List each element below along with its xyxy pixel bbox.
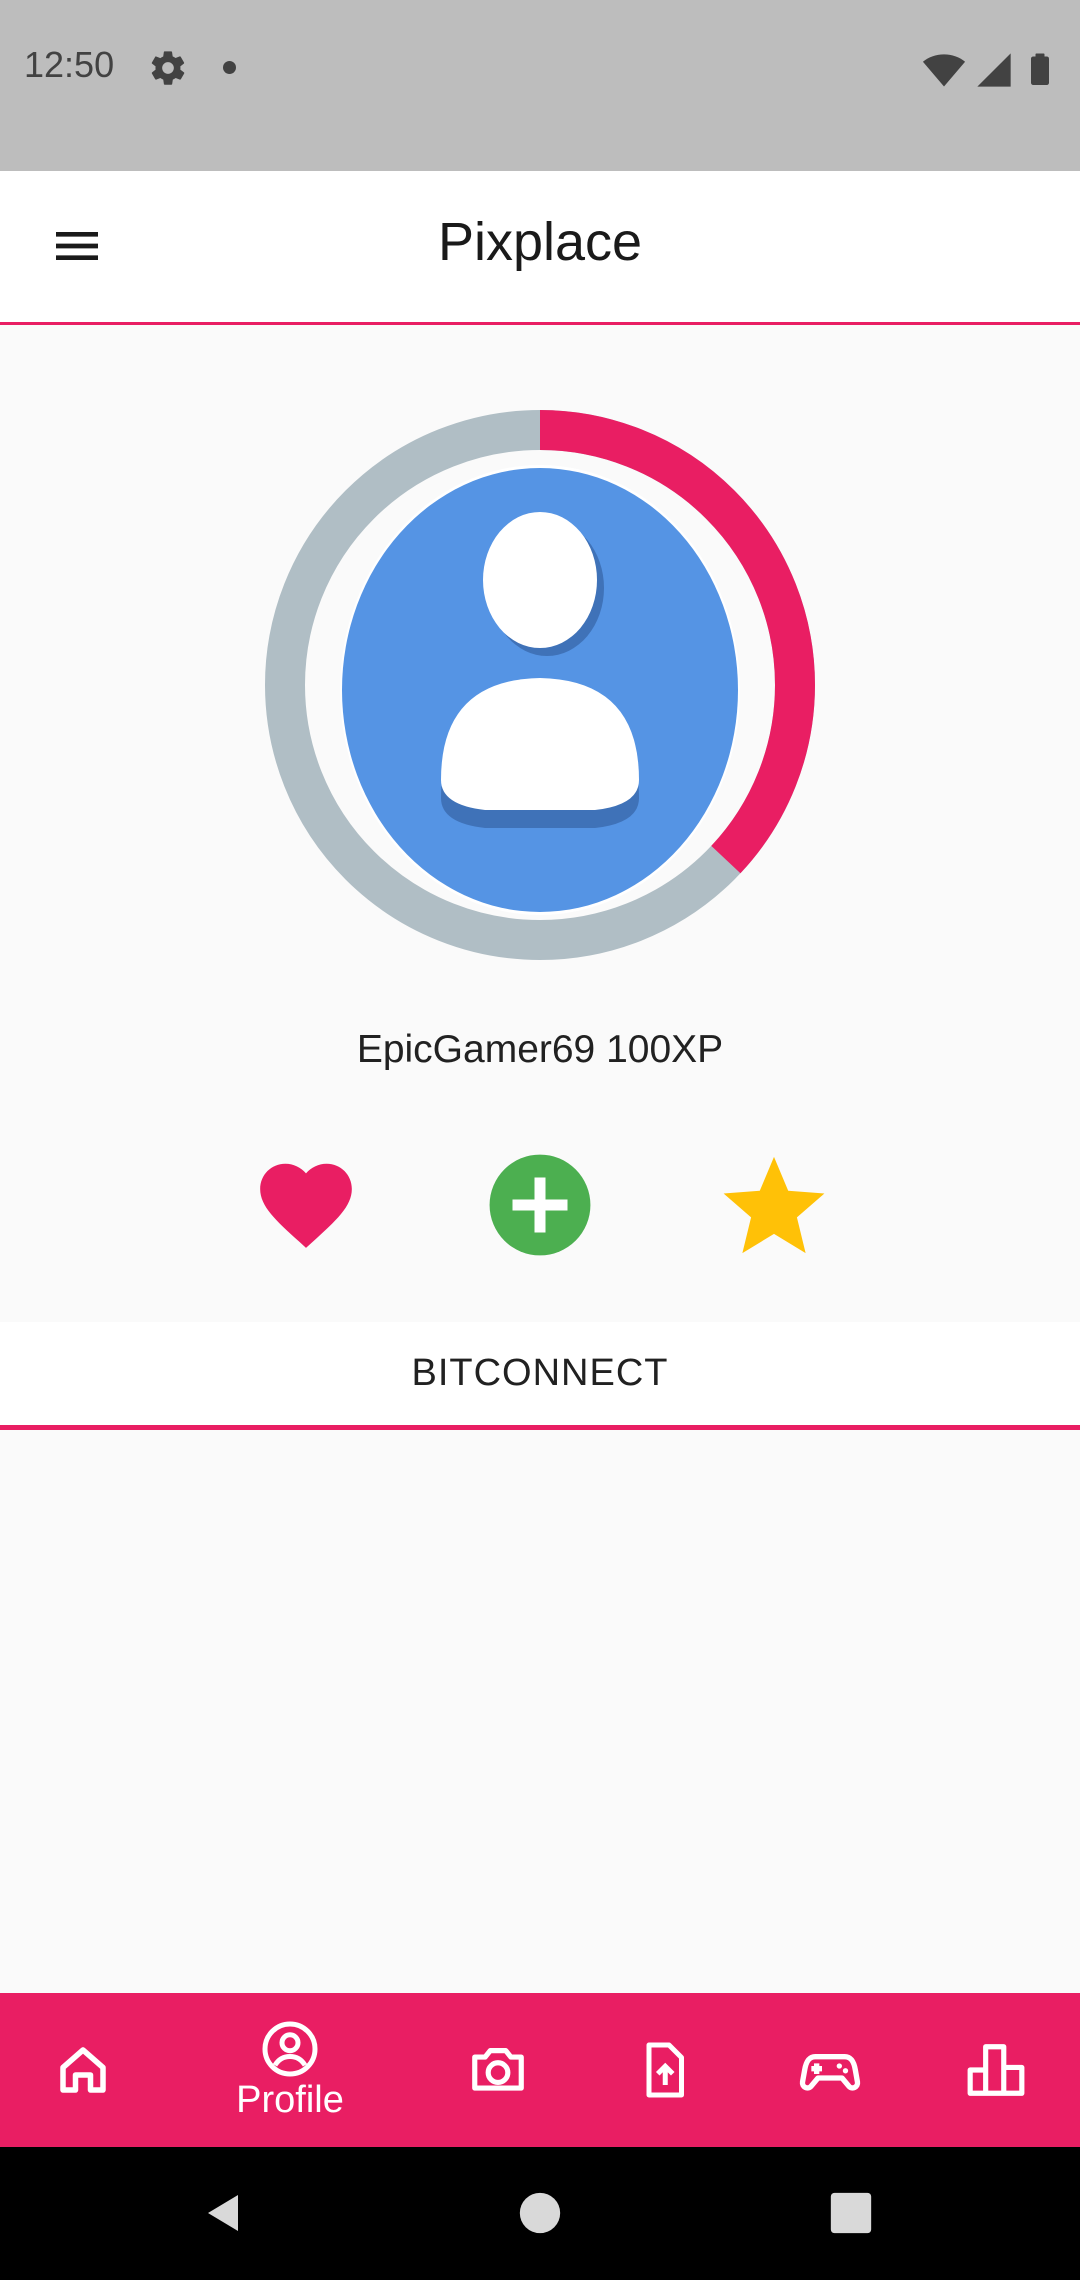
- back-icon: [208, 2195, 238, 2231]
- app-bar: Pixplace: [0, 171, 1080, 325]
- recents-icon: [830, 2192, 872, 2234]
- wifi-icon: [922, 48, 966, 97]
- tab-strip: BITCONNECT: [0, 1322, 1080, 1430]
- nav-upload[interactable]: [581, 1993, 747, 2147]
- circle-home-icon: [519, 2192, 561, 2234]
- heart-icon: [260, 1163, 352, 1248]
- camera-icon: [472, 2048, 524, 2091]
- nav-camera[interactable]: [415, 1993, 581, 2147]
- like-button[interactable]: [251, 1150, 361, 1260]
- back-button[interactable]: [196, 2183, 256, 2243]
- nav-profile-label: Profile: [236, 2078, 344, 2121]
- system-navigation-bar: [0, 2147, 1080, 2280]
- settings-icon: [148, 48, 188, 88]
- add-friend-button[interactable]: [485, 1150, 595, 1260]
- nav-home[interactable]: [0, 1993, 166, 2147]
- tab-bitconnect[interactable]: BITCONNECT: [0, 1352, 1080, 1395]
- star-icon: [723, 1156, 825, 1254]
- bottom-navigation: Profile: [0, 1993, 1080, 2147]
- home-icon: [60, 2047, 106, 2093]
- upload-icon: [646, 2042, 684, 2098]
- nav-profile[interactable]: Profile: [207, 1993, 373, 2147]
- status-indicators: [922, 48, 1058, 97]
- gamepad-icon: [799, 2054, 861, 2091]
- recents-button[interactable]: [821, 2183, 881, 2243]
- add-circle-icon: [489, 1154, 591, 1256]
- notification-dot-icon: [223, 61, 236, 74]
- app-title: Pixplace: [437, 212, 643, 272]
- nav-games[interactable]: [747, 1993, 913, 2147]
- status-bar: 12:50: [0, 0, 1080, 171]
- leaderboard-icon: [967, 2044, 1025, 2096]
- profile-icon: [262, 2021, 318, 2076]
- username-xp-label: EpicGamer69 100XP: [356, 1028, 724, 1071]
- home-button[interactable]: [510, 2183, 570, 2243]
- favorite-button[interactable]: [719, 1150, 829, 1260]
- status-time: 12:50: [24, 44, 115, 85]
- battery-icon: [1022, 48, 1058, 97]
- profile-avatar[interactable]: [265, 410, 815, 960]
- signal-icon: [974, 50, 1014, 95]
- nav-leaderboard[interactable]: [913, 1993, 1079, 2147]
